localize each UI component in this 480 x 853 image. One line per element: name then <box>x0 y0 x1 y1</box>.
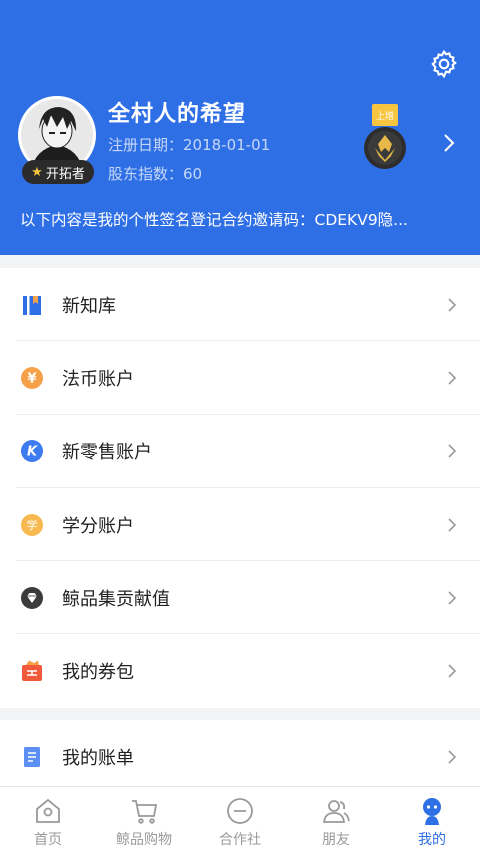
signature-text: 以下内容是我的个性签名登记合约邀请码：CDEKV9隐... <box>20 211 408 229</box>
chevron-right-icon <box>448 591 457 605</box>
menu-item-coupons[interactable]: 我的券包 <box>0 634 480 707</box>
friends-icon <box>322 800 350 823</box>
menu-item-bill[interactable]: 我的账单 <box>0 720 480 793</box>
username: 全村人的希望 <box>108 102 247 127</box>
settings-gear-icon[interactable] <box>428 48 460 80</box>
svg-text:学: 学 <box>27 518 38 532</box>
chevron-right-icon[interactable] <box>438 132 460 154</box>
registration-date: 注册日期：2018-01-01 <box>108 136 271 154</box>
menu-item-new-retail-account[interactable]: K 新零售账户 <box>0 415 480 488</box>
menu-item-label: 我的账单 <box>62 747 134 769</box>
chevron-right-icon <box>448 444 457 458</box>
tab-friends[interactable]: 朋友 <box>288 787 384 853</box>
tab-cooperative[interactable]: 合作社 <box>192 787 288 853</box>
account-menu: 新知库 ¥ 法币账户 K 新零售账户 学 学分账户 鲸品集贡献值 我的券包 <box>0 268 480 708</box>
mine-icon <box>423 798 441 825</box>
chevron-right-icon <box>448 371 457 385</box>
svg-text:¥: ¥ <box>27 371 36 386</box>
bill-menu: 我的账单 <box>0 720 480 794</box>
menu-item-label: 鲸品集贡献值 <box>62 588 170 610</box>
medal-icon[interactable]: 上增 <box>362 104 408 176</box>
star-icon: ★ <box>31 164 43 180</box>
book-icon <box>19 292 45 318</box>
bill-icon <box>19 744 45 770</box>
tab-label: 我的 <box>418 832 446 848</box>
menu-item-label: 法币账户 <box>62 368 134 390</box>
tab-label: 首页 <box>34 832 62 848</box>
chevron-right-icon <box>448 664 457 678</box>
svg-text:K: K <box>27 445 38 460</box>
tab-home[interactable]: 首页 <box>0 787 96 853</box>
menu-item-label: 新知库 <box>62 295 116 317</box>
menu-item-fiat-account[interactable]: ¥ 法币账户 <box>0 341 480 415</box>
bottom-tab-bar: 首页 鲸品购物 合作社 朋友 我的 <box>0 786 480 853</box>
yen-coin-icon: ¥ <box>19 365 45 391</box>
menu-item-label: 我的券包 <box>62 662 134 684</box>
svg-text:上增: 上增 <box>376 110 394 122</box>
xue-coin-icon: 学 <box>19 512 45 538</box>
tab-shopping[interactable]: 鲸品购物 <box>96 787 192 853</box>
k-coin-icon: K <box>19 438 45 464</box>
share-index: 股东指数：60 <box>108 165 203 183</box>
menu-item-credit-account[interactable]: 学 学分账户 <box>0 488 480 562</box>
chevron-right-icon <box>448 750 457 764</box>
tab-label: 合作社 <box>219 832 261 848</box>
menu-item-label: 学分账户 <box>62 515 134 537</box>
menu-item-contribution[interactable]: 鲸品集贡献值 <box>0 561 480 635</box>
tab-label: 鲸品购物 <box>116 832 172 848</box>
chevron-right-icon <box>448 298 457 312</box>
cart-icon <box>132 800 158 824</box>
profile-header: ★ 开拓者 全村人的希望 注册日期：2018-01-01 股东指数：60 上增 … <box>0 0 480 255</box>
cooperative-icon <box>227 798 253 824</box>
menu-item-knowledge[interactable]: 新知库 <box>0 268 480 342</box>
home-icon <box>36 798 60 823</box>
badge-label: 开拓者 <box>45 166 85 182</box>
pioneer-badge: ★ 开拓者 <box>22 160 94 184</box>
gem-icon <box>19 585 45 611</box>
coupon-icon <box>19 658 45 684</box>
tab-label: 朋友 <box>322 832 350 848</box>
tab-mine[interactable]: 我的 <box>384 787 480 853</box>
menu-item-label: 新零售账户 <box>62 442 152 464</box>
chevron-right-icon <box>448 517 457 532</box>
